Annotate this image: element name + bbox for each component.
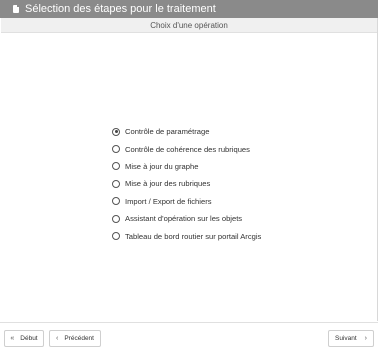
first-step-button[interactable]: « Début	[4, 330, 44, 347]
previous-label: Précédent	[64, 335, 94, 342]
option-label: Contrôle de paramétrage	[125, 127, 210, 137]
next-button[interactable]: Suivant ›	[328, 330, 374, 347]
window-titlebar: Sélection des étapes pour le traitement	[0, 0, 378, 18]
option-label: Tableau de bord routier sur portail Arcg…	[125, 231, 262, 241]
radio-button[interactable]	[112, 179, 120, 188]
operation-radio-group: Contrôle de paramétrage Contrôle de cohé…	[112, 123, 261, 245]
option-maj-rubriques[interactable]: Mise à jour des rubriques	[112, 175, 261, 192]
document-icon	[13, 5, 19, 13]
option-label: Assistant d'opération sur les objets	[125, 214, 243, 224]
previous-button[interactable]: ‹ Précédent	[49, 330, 101, 347]
section-header: Choix d'une opération	[1, 18, 377, 33]
section-header-label: Choix d'une opération	[150, 20, 228, 30]
radio-button[interactable]	[112, 232, 120, 241]
radio-button[interactable]	[112, 145, 120, 154]
option-label: Contrôle de cohérence des rubriques	[125, 144, 250, 154]
option-tableau-bord-arcgis[interactable]: Tableau de bord routier sur portail Arcg…	[112, 227, 261, 244]
option-label: Import / Export de fichiers	[125, 196, 212, 206]
option-maj-graphe[interactable]: Mise à jour du graphe	[112, 158, 261, 175]
chevron-left-icon: ‹	[56, 335, 59, 342]
window-title: Sélection des étapes pour le traitement	[25, 3, 216, 15]
option-assistant-objets[interactable]: Assistant d'opération sur les objets	[112, 210, 261, 227]
wizard-footer: « Début ‹ Précédent Suivant ›	[0, 322, 378, 348]
radio-button[interactable]	[112, 214, 120, 223]
option-parametrage[interactable]: Contrôle de paramétrage	[112, 123, 261, 140]
radio-button[interactable]	[112, 197, 120, 206]
option-coherence-rubriques[interactable]: Contrôle de cohérence des rubriques	[112, 140, 261, 157]
chevron-right-icon: ›	[364, 335, 368, 342]
double-chevron-left-icon: «	[10, 335, 15, 342]
first-step-label: Début	[20, 335, 38, 342]
radio-button[interactable]	[112, 162, 120, 171]
next-label: Suivant	[334, 335, 357, 342]
option-label: Mise à jour du graphe	[125, 161, 199, 171]
option-import-export[interactable]: Import / Export de fichiers	[112, 193, 261, 210]
option-label: Mise à jour des rubriques	[125, 179, 211, 189]
radio-button[interactable]	[112, 127, 120, 136]
